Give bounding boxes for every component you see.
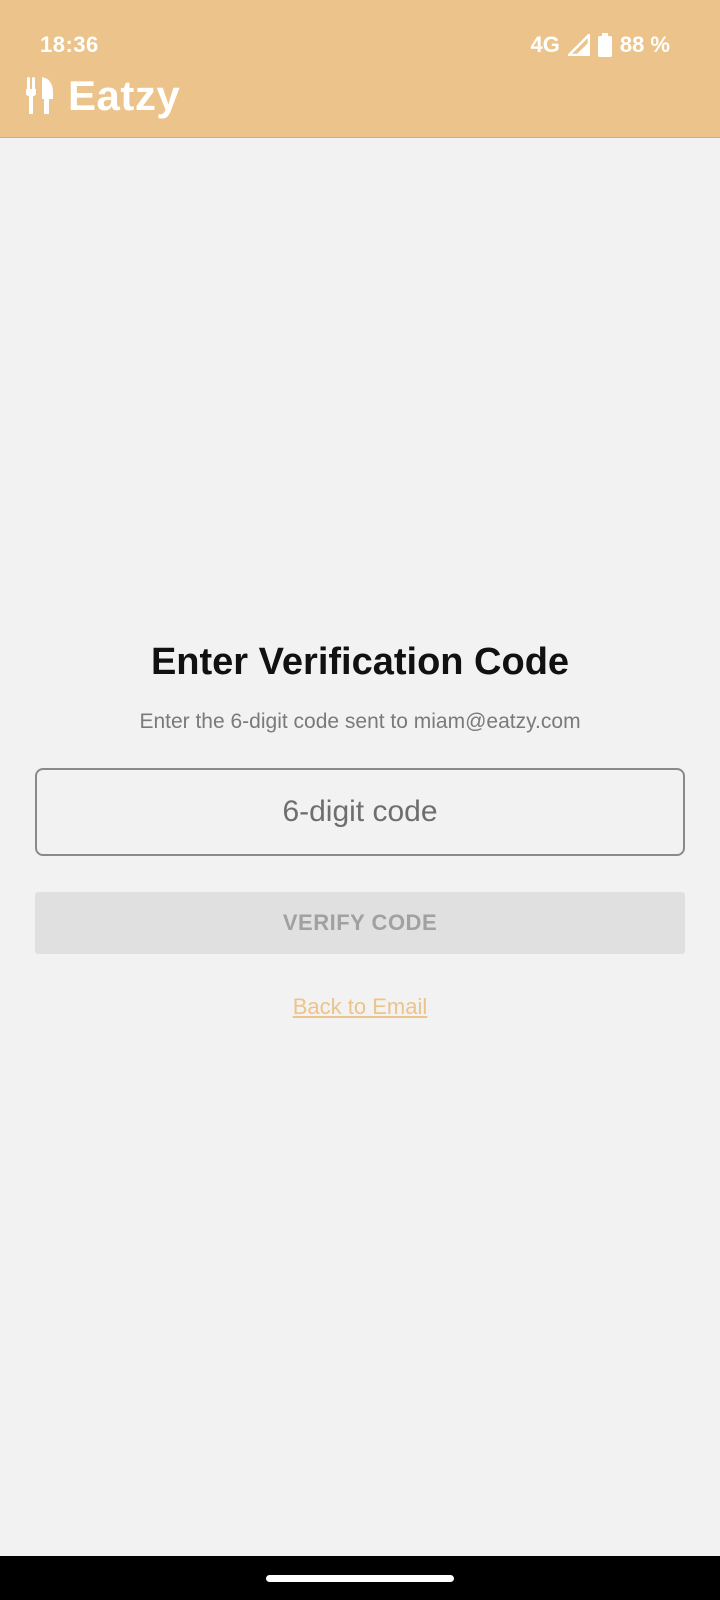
verification-screen: 18:36 4G 88 % Eatzy Enter Verification C… (0, 0, 720, 1600)
verification-form: Enter Verification Code Enter the 6-digi… (0, 640, 720, 1020)
status-indicators: 4G 88 % (530, 32, 670, 58)
page-title: Enter Verification Code (150, 641, 570, 683)
network-type: 4G (530, 32, 560, 57)
fork-knife-icon (26, 76, 56, 116)
app-title: Eatzy (68, 72, 181, 119)
app-bar: Eatzy (0, 66, 180, 126)
status-time: 18:36 (40, 32, 99, 57)
battery-level: 88 % (619, 32, 670, 57)
verification-code-input[interactable] (35, 767, 685, 856)
verify-code-button[interactable]: VERIFY CODE (35, 891, 685, 954)
navigation-bar (0, 1556, 720, 1600)
back-to-email-link[interactable]: Back to Email (293, 994, 428, 1020)
home-indicator[interactable] (266, 1575, 454, 1582)
signal-icon (567, 34, 590, 56)
status-bar: 18:36 4G 88 % (0, 0, 720, 60)
header: 18:36 4G 88 % Eatzy (0, 0, 720, 138)
instruction-text: Enter the 6-digit code sent to miam@eatz… (139, 709, 581, 733)
battery-icon (597, 33, 612, 57)
